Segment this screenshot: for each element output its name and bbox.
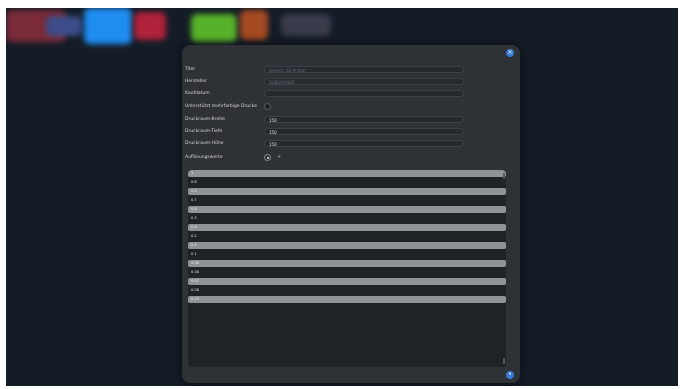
settings-icon[interactable]: •: [506, 371, 514, 379]
form-row-depth: Druckraum-Tiefe 150: [185, 127, 515, 136]
list-item[interactable]: 0.7: [188, 197, 506, 204]
manufacturer-field[interactable]: SUNSOUNDS: [264, 78, 464, 85]
field-label: Auflösungswerte: [185, 155, 223, 160]
field-label: Druckraum-Tiefe: [185, 129, 223, 134]
add-value-button[interactable]: +: [277, 154, 284, 161]
field-label: Druckraum-Breite: [185, 117, 225, 122]
scrollbar-arrow-up[interactable]: [503, 173, 505, 179]
blurred-background-thumbnails: [6, 8, 336, 46]
thumbnail-blur: [134, 12, 166, 40]
list-item[interactable]: 0.5: [188, 188, 506, 195]
list-item[interactable]: 0.03: [188, 296, 506, 303]
build-height-field[interactable]: 150: [264, 140, 464, 147]
form-row-resolution: Auflösungswerte +: [185, 153, 515, 162]
resolution-radio-selected[interactable]: [264, 154, 271, 161]
desktop: × Titel Generic 3D Printer Hersteller SU…: [6, 8, 678, 386]
title-field[interactable]: Generic 3D Printer: [264, 66, 464, 73]
form-row-multicolor: Unterstützt mehrfarbige Drucke: [185, 102, 515, 111]
purchase-date-field[interactable]: [264, 90, 464, 97]
build-depth-field[interactable]: 150: [264, 128, 464, 135]
form-row-width: Druckraum-Breite 150: [185, 115, 515, 124]
field-label: Hersteller: [185, 79, 207, 84]
form-row-height: Druckraum-Höhe 150: [185, 139, 515, 148]
list-item[interactable]: 0.08: [188, 287, 506, 294]
form-row-title: Titel Generic 3D Printer: [185, 65, 515, 74]
field-label: Druckraum-Höhe: [185, 141, 224, 146]
list-item[interactable]: 0.6: [188, 224, 506, 231]
printer-settings-dialog: × Titel Generic 3D Printer Hersteller SU…: [182, 45, 520, 383]
field-label: Titel: [185, 67, 195, 72]
close-icon[interactable]: ×: [506, 49, 514, 57]
form-row-manufacturer: Hersteller SUNSOUNDS: [185, 77, 515, 86]
resolution-values-list: 1 0.6 0.5 0.7 0.8 0.3 0.6 0.2 0.4 0.1 0.…: [188, 170, 506, 367]
thumbnail-blur: [84, 8, 132, 44]
list-item[interactable]: 0.07: [188, 278, 506, 285]
list-item[interactable]: 0.4: [188, 242, 506, 249]
build-width-field[interactable]: 150: [264, 116, 464, 123]
list-item[interactable]: 1: [188, 170, 506, 177]
list-item[interactable]: 0.1: [188, 251, 506, 258]
thumbnail-blur: [191, 14, 237, 42]
scrollbar-arrow-down[interactable]: [503, 358, 505, 364]
thumbnail-blur: [281, 14, 331, 36]
form-row-purchase-date: Kaufdatum: [185, 89, 515, 98]
list-item[interactable]: 0.08: [188, 269, 506, 276]
field-label: Kaufdatum: [185, 91, 210, 96]
thumbnail-blur: [240, 10, 268, 40]
list-item[interactable]: 0.6: [188, 179, 506, 186]
list-item[interactable]: 0.3: [188, 215, 506, 222]
field-label: Unterstützt mehrfarbige Drucke: [185, 104, 257, 109]
list-item[interactable]: 0.8: [188, 206, 506, 213]
multicolor-toggle[interactable]: [264, 103, 271, 110]
list-item[interactable]: 0.06: [188, 260, 506, 267]
list-item[interactable]: 0.2: [188, 233, 506, 240]
thumbnail-blur: [46, 16, 82, 36]
